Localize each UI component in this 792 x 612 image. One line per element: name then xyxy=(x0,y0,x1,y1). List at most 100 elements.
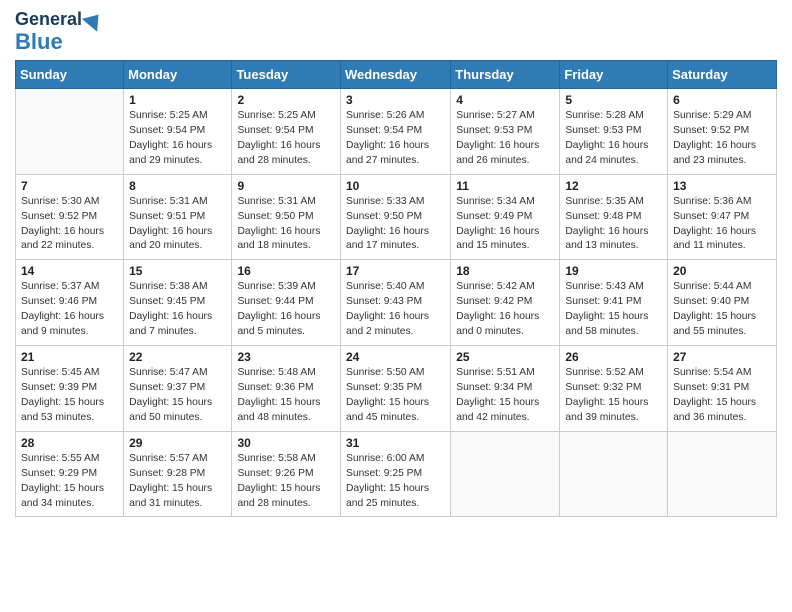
logo-general: General xyxy=(15,10,82,30)
day-info: Sunrise: 5:44 AM Sunset: 9:40 PM Dayligh… xyxy=(673,280,771,340)
calendar-week-3: 14 Sunrise: 5:37 AM Sunset: 9:46 PM Dayli… xyxy=(16,260,777,346)
day-number: 24 xyxy=(346,350,445,364)
calendar-cell xyxy=(560,431,668,517)
day-number: 12 xyxy=(565,179,662,193)
day-number: 18 xyxy=(456,264,554,278)
day-info: Sunrise: 5:42 AM Sunset: 9:42 PM Dayligh… xyxy=(456,280,554,340)
calendar-cell: 15 Sunrise: 5:38 AM Sunset: 9:45 PM Dayli… xyxy=(124,260,232,346)
day-info: Sunrise: 5:25 AM Sunset: 9:54 PM Dayligh… xyxy=(237,109,335,169)
day-info: Sunrise: 5:50 AM Sunset: 9:35 PM Dayligh… xyxy=(346,366,445,426)
day-info: Sunrise: 5:29 AM Sunset: 9:52 PM Dayligh… xyxy=(673,109,771,169)
calendar-cell: 2Sunrise: 5:25 AM Sunset: 9:54 PM Daylig… xyxy=(232,88,341,174)
day-number: 29 xyxy=(129,436,226,450)
weekday-header-wednesday: Wednesday xyxy=(340,60,450,88)
day-info: Sunrise: 5:26 AM Sunset: 9:54 PM Dayligh… xyxy=(346,109,445,169)
calendar-week-2: 7Sunrise: 5:30 AM Sunset: 9:52 PM Daylig… xyxy=(16,174,777,260)
day-number: 20 xyxy=(673,264,771,278)
day-number: 28 xyxy=(21,436,118,450)
day-info: Sunrise: 5:55 AM Sunset: 9:29 PM Dayligh… xyxy=(21,452,118,512)
day-number: 17 xyxy=(346,264,445,278)
calendar-cell: 1 Sunrise: 5:25 AM Sunset: 9:54 PM Daylig… xyxy=(124,88,232,174)
day-number: 27 xyxy=(673,350,771,364)
day-info: Sunrise: 5:31 AM Sunset: 9:50 PM Dayligh… xyxy=(237,195,335,255)
calendar-cell: 29Sunrise: 5:57 AM Sunset: 9:28 PM Dayli… xyxy=(124,431,232,517)
day-number: 1 xyxy=(129,93,226,107)
calendar-cell: 8 Sunrise: 5:31 AM Sunset: 9:51 PM Daylig… xyxy=(124,174,232,260)
weekday-header-sunday: Sunday xyxy=(16,60,124,88)
day-info: Sunrise: 5:35 AM Sunset: 9:48 PM Dayligh… xyxy=(565,195,662,255)
calendar-cell: 19 Sunrise: 5:43 AM Sunset: 9:41 PM Dayli… xyxy=(560,260,668,346)
day-number: 22 xyxy=(129,350,226,364)
calendar-cell xyxy=(16,88,124,174)
day-number: 21 xyxy=(21,350,118,364)
day-info: Sunrise: 5:43 AM Sunset: 9:41 PM Dayligh… xyxy=(565,280,662,340)
day-number: 8 xyxy=(129,179,226,193)
calendar-cell: 23Sunrise: 5:48 AM Sunset: 9:36 PM Dayli… xyxy=(232,346,341,432)
day-number: 25 xyxy=(456,350,554,364)
day-info: Sunrise: 5:25 AM Sunset: 9:54 PM Dayligh… xyxy=(129,109,226,169)
page-header: General Blue xyxy=(15,10,777,54)
calendar-week-5: 28 Sunrise: 5:55 AM Sunset: 9:29 PM Dayli… xyxy=(16,431,777,517)
day-number: 23 xyxy=(237,350,335,364)
calendar-cell: 28 Sunrise: 5:55 AM Sunset: 9:29 PM Dayli… xyxy=(16,431,124,517)
day-info: Sunrise: 5:54 AM Sunset: 9:31 PM Dayligh… xyxy=(673,366,771,426)
logo-triangle-icon xyxy=(82,8,106,32)
day-info: Sunrise: 5:58 AM Sunset: 9:26 PM Dayligh… xyxy=(237,452,335,512)
weekday-header-tuesday: Tuesday xyxy=(232,60,341,88)
calendar-cell: 12 Sunrise: 5:35 AM Sunset: 9:48 PM Dayli… xyxy=(560,174,668,260)
calendar-cell: 26Sunrise: 5:52 AM Sunset: 9:32 PM Dayli… xyxy=(560,346,668,432)
logo: General Blue xyxy=(15,10,104,54)
weekday-header-monday: Monday xyxy=(124,60,232,88)
day-info: Sunrise: 5:30 AM Sunset: 9:52 PM Dayligh… xyxy=(21,195,118,255)
calendar-cell xyxy=(451,431,560,517)
calendar-week-1: 1 Sunrise: 5:25 AM Sunset: 9:54 PM Daylig… xyxy=(16,88,777,174)
calendar-cell: 21 Sunrise: 5:45 AM Sunset: 9:39 PM Dayli… xyxy=(16,346,124,432)
calendar-cell: 18 Sunrise: 5:42 AM Sunset: 9:42 PM Dayli… xyxy=(451,260,560,346)
calendar-cell: 27 Sunrise: 5:54 AM Sunset: 9:31 PM Dayli… xyxy=(668,346,777,432)
calendar-cell: 14 Sunrise: 5:37 AM Sunset: 9:46 PM Dayli… xyxy=(16,260,124,346)
day-info: Sunrise: 5:31 AM Sunset: 9:51 PM Dayligh… xyxy=(129,195,226,255)
calendar-cell: 3Sunrise: 5:26 AM Sunset: 9:54 PM Daylig… xyxy=(340,88,450,174)
day-info: Sunrise: 5:39 AM Sunset: 9:44 PM Dayligh… xyxy=(237,280,335,340)
logo-blue: Blue xyxy=(15,30,63,54)
day-number: 14 xyxy=(21,264,118,278)
calendar-cell: 10 Sunrise: 5:33 AM Sunset: 9:50 PM Dayli… xyxy=(340,174,450,260)
day-info: Sunrise: 5:34 AM Sunset: 9:49 PM Dayligh… xyxy=(456,195,554,255)
calendar-cell: 30 Sunrise: 5:58 AM Sunset: 9:26 PM Dayli… xyxy=(232,431,341,517)
day-info: Sunrise: 5:36 AM Sunset: 9:47 PM Dayligh… xyxy=(673,195,771,255)
calendar-cell: 9 Sunrise: 5:31 AM Sunset: 9:50 PM Daylig… xyxy=(232,174,341,260)
weekday-header-friday: Friday xyxy=(560,60,668,88)
calendar-cell xyxy=(668,431,777,517)
calendar-cell: 24 Sunrise: 5:50 AM Sunset: 9:35 PM Dayli… xyxy=(340,346,450,432)
day-number: 6 xyxy=(673,93,771,107)
day-number: 16 xyxy=(237,264,335,278)
day-info: Sunrise: 5:40 AM Sunset: 9:43 PM Dayligh… xyxy=(346,280,445,340)
calendar-cell: 7Sunrise: 5:30 AM Sunset: 9:52 PM Daylig… xyxy=(16,174,124,260)
day-info: Sunrise: 6:00 AM Sunset: 9:25 PM Dayligh… xyxy=(346,452,445,512)
day-info: Sunrise: 5:45 AM Sunset: 9:39 PM Dayligh… xyxy=(21,366,118,426)
day-number: 15 xyxy=(129,264,226,278)
calendar-cell: 4Sunrise: 5:27 AM Sunset: 9:53 PM Daylig… xyxy=(451,88,560,174)
day-number: 11 xyxy=(456,179,554,193)
weekday-header-thursday: Thursday xyxy=(451,60,560,88)
calendar-header-row: SundayMondayTuesdayWednesdayThursdayFrid… xyxy=(16,60,777,88)
calendar-cell: 6 Sunrise: 5:29 AM Sunset: 9:52 PM Daylig… xyxy=(668,88,777,174)
calendar-cell: 5Sunrise: 5:28 AM Sunset: 9:53 PM Daylig… xyxy=(560,88,668,174)
day-number: 10 xyxy=(346,179,445,193)
calendar-week-4: 21 Sunrise: 5:45 AM Sunset: 9:39 PM Dayli… xyxy=(16,346,777,432)
day-info: Sunrise: 5:33 AM Sunset: 9:50 PM Dayligh… xyxy=(346,195,445,255)
weekday-header-saturday: Saturday xyxy=(668,60,777,88)
day-number: 19 xyxy=(565,264,662,278)
day-info: Sunrise: 5:51 AM Sunset: 9:34 PM Dayligh… xyxy=(456,366,554,426)
calendar-table: SundayMondayTuesdayWednesdayThursdayFrid… xyxy=(15,60,777,517)
calendar-cell: 20 Sunrise: 5:44 AM Sunset: 9:40 PM Dayli… xyxy=(668,260,777,346)
day-info: Sunrise: 5:38 AM Sunset: 9:45 PM Dayligh… xyxy=(129,280,226,340)
calendar-cell: 13 Sunrise: 5:36 AM Sunset: 9:47 PM Dayli… xyxy=(668,174,777,260)
day-number: 30 xyxy=(237,436,335,450)
day-number: 13 xyxy=(673,179,771,193)
calendar-cell: 22Sunrise: 5:47 AM Sunset: 9:37 PM Dayli… xyxy=(124,346,232,432)
calendar-cell: 31Sunrise: 6:00 AM Sunset: 9:25 PM Dayli… xyxy=(340,431,450,517)
day-info: Sunrise: 5:28 AM Sunset: 9:53 PM Dayligh… xyxy=(565,109,662,169)
day-info: Sunrise: 5:37 AM Sunset: 9:46 PM Dayligh… xyxy=(21,280,118,340)
day-number: 9 xyxy=(237,179,335,193)
